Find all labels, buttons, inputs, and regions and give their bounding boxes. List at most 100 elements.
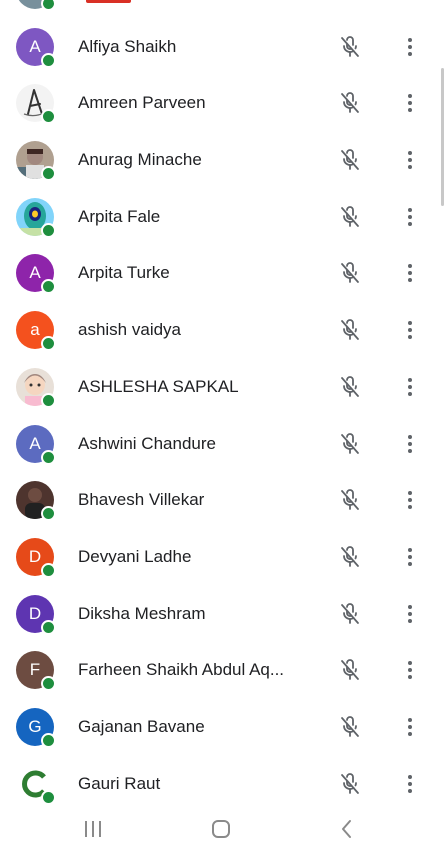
- participant-name: Gajanan Bavane: [78, 716, 205, 736]
- online-status-dot: [41, 166, 56, 182]
- more-vert-icon: [398, 94, 422, 119]
- more-options-button[interactable]: [398, 602, 422, 626]
- online-status-dot: [41, 392, 56, 408]
- online-status-dot: [41, 0, 56, 11]
- more-options-button[interactable]: [398, 658, 422, 682]
- mic-off-icon: [338, 545, 362, 569]
- participant-name: Gauri Raut: [78, 773, 161, 793]
- online-status-dot: [41, 732, 56, 748]
- participant-row[interactable]: F Farheen Shaikh Abdul Aq...: [0, 642, 445, 699]
- mic-off-icon: [338, 318, 362, 342]
- online-status-dot: [41, 449, 56, 465]
- participant-row[interactable]: A Alfiya Shaikh: [0, 19, 445, 76]
- more-vert-icon: [398, 321, 422, 346]
- more-options-button[interactable]: [398, 261, 422, 285]
- participant-row[interactable]: ASHLESHA SAPKAL: [0, 359, 445, 416]
- recents-button[interactable]: [78, 816, 108, 846]
- online-status-dot: [41, 619, 56, 635]
- more-options-button[interactable]: [398, 0, 422, 2]
- online-status-dot: [41, 676, 56, 692]
- avatar-letter: D: [28, 603, 42, 623]
- online-status-dot: [41, 336, 56, 352]
- participant-name: Devyani Ladhe: [78, 546, 192, 566]
- mic-off-icon: [338, 0, 362, 2]
- more-options-button[interactable]: [398, 432, 422, 456]
- more-vert-icon: [398, 151, 422, 176]
- more-options-button[interactable]: [398, 715, 422, 739]
- mic-off-icon: [338, 432, 362, 456]
- participant-name: ASHLESHA SAPKAL: [78, 376, 239, 396]
- participant-name: Anurag Minache: [78, 150, 202, 170]
- avatar-letter: a: [30, 320, 40, 340]
- online-status-dot: [41, 562, 56, 578]
- more-vert-icon: [398, 0, 422, 6]
- avatar-letter: A: [29, 433, 41, 453]
- more-options-button[interactable]: [398, 35, 422, 59]
- participant-row[interactable]: G Gajanan Bavane: [0, 699, 445, 756]
- more-options-button[interactable]: [398, 772, 422, 796]
- more-vert-icon: [398, 377, 422, 403]
- more-options-button[interactable]: [398, 545, 422, 569]
- more-options-button[interactable]: [398, 488, 422, 512]
- more-vert-icon: [398, 207, 422, 233]
- participant-name: Arpita Turke: [78, 263, 170, 283]
- online-status-dot: [41, 789, 56, 805]
- more-vert-icon: [398, 37, 422, 63]
- mic-off-icon: [338, 375, 362, 399]
- more-options-button[interactable]: [398, 375, 422, 399]
- more-options-button[interactable]: [398, 148, 422, 172]
- more-vert-icon: [398, 264, 422, 289]
- participant-name: Amreen Parveen: [78, 93, 206, 113]
- mic-off-icon: [338, 205, 362, 229]
- mic-off-icon: [338, 148, 362, 172]
- participant-name: Diksha Meshram: [78, 603, 206, 623]
- mic-off-icon: [338, 261, 362, 285]
- participant-row[interactable]: Arpita Fale: [0, 189, 445, 246]
- active-tab-indicator: [86, 0, 131, 3]
- participant-row[interactable]: Anurag Minache: [0, 132, 445, 189]
- mic-off-icon: [338, 658, 362, 682]
- mic-off-icon: [338, 488, 362, 512]
- participant-name: Bhavesh Villekar: [78, 490, 205, 510]
- participant-row[interactable]: D Diksha Meshram: [0, 586, 445, 643]
- participants-screen: AAkhilesh Kulkarni A Alfiya Shaikh Amreen P…: [0, 0, 445, 854]
- more-vert-icon: [398, 604, 422, 630]
- participant-row[interactable]: D Devyani Ladhe: [0, 529, 445, 586]
- online-status-dot: [41, 506, 56, 522]
- mic-off-icon: [338, 602, 362, 626]
- mic-off-icon: [338, 715, 362, 739]
- participant-row[interactable]: Bhavesh Villekar: [0, 472, 445, 529]
- avatar-letter: G: [28, 716, 42, 736]
- participant-list[interactable]: AAkhilesh Kulkarni A Alfiya Shaikh Amreen P…: [0, 0, 445, 808]
- recents-icon: [82, 819, 104, 844]
- online-status-dot: [41, 279, 56, 295]
- more-vert-icon: [398, 717, 422, 743]
- system-navigation-bar: [0, 808, 445, 854]
- participant-row[interactable]: A Ashwini Chandure: [0, 416, 445, 473]
- participant-name: Alfiya Shaikh: [78, 36, 177, 56]
- participant-row[interactable]: A Arpita Turke: [0, 245, 445, 302]
- mic-off-icon: [338, 772, 362, 796]
- online-status-dot: [41, 109, 56, 125]
- online-status-dot: [41, 52, 56, 68]
- back-button[interactable]: [332, 816, 362, 846]
- participant-row[interactable]: Amreen Parveen: [0, 75, 445, 132]
- home-icon: [210, 818, 232, 845]
- participant-name: Arpita Fale: [78, 206, 161, 226]
- more-vert-icon: [398, 491, 422, 516]
- more-vert-icon: [398, 774, 422, 800]
- more-options-button[interactable]: [398, 91, 422, 115]
- scrollbar[interactable]: [441, 68, 444, 206]
- avatar-letter: D: [28, 546, 42, 566]
- participant-list-inner: AAkhilesh Kulkarni A Alfiya Shaikh Amreen P…: [0, 0, 445, 808]
- mic-off-icon: [338, 35, 362, 59]
- participant-row[interactable]: a ashish vaidya: [0, 302, 445, 359]
- participant-row[interactable]: Gauri Raut: [0, 756, 445, 808]
- avatar-letter: A: [29, 36, 41, 56]
- mic-off-icon: [338, 91, 362, 115]
- participant-row[interactable]: AAkhilesh Kulkarni: [0, 0, 445, 19]
- more-options-button[interactable]: [398, 318, 422, 342]
- more-vert-icon: [398, 434, 422, 460]
- more-options-button[interactable]: [398, 205, 422, 229]
- home-button[interactable]: [206, 816, 236, 846]
